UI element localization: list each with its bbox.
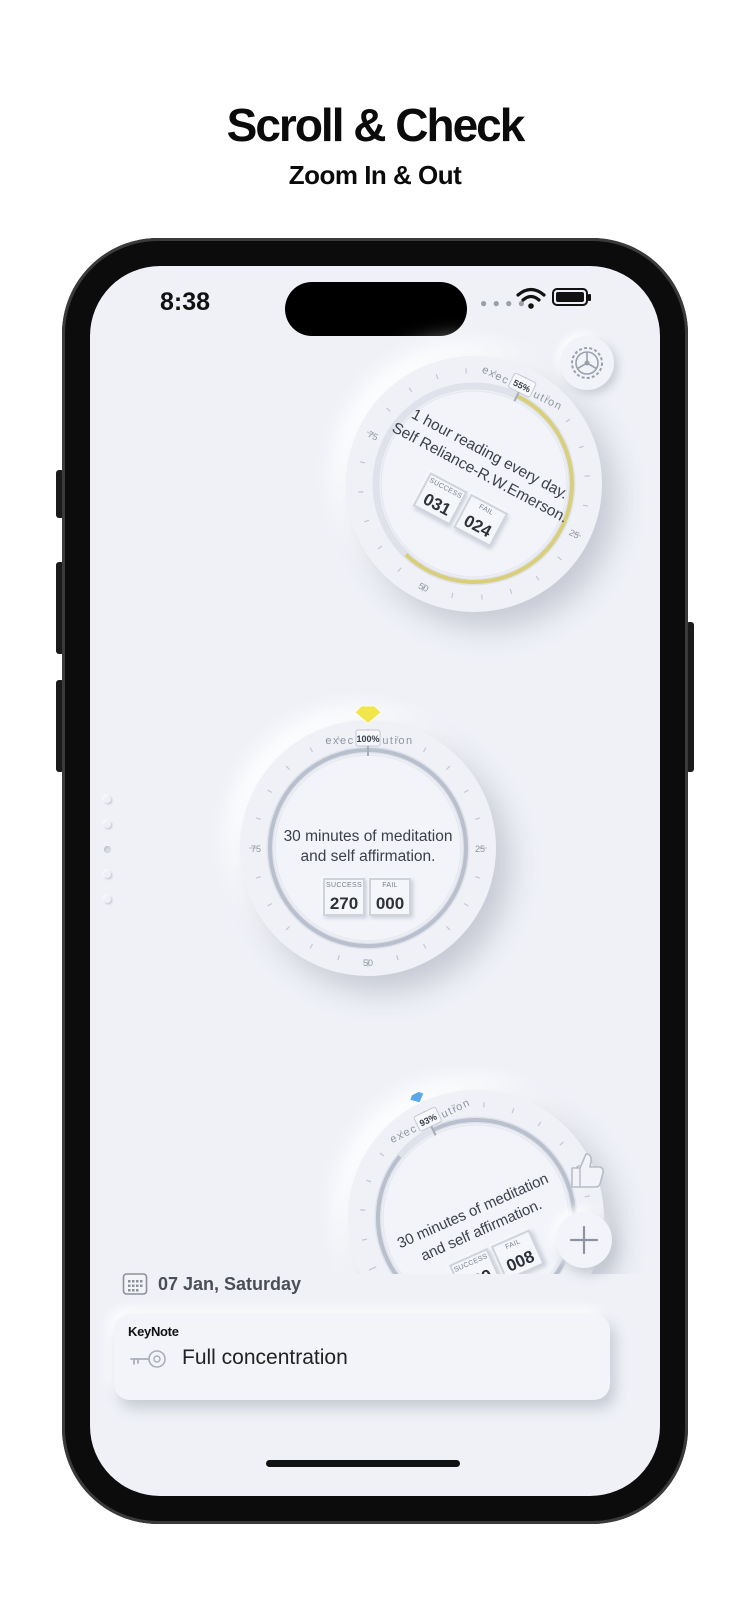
dial-tick xyxy=(255,817,261,820)
success-value: 270 xyxy=(329,894,359,913)
execution-label-prefix: exec xyxy=(325,735,354,747)
fail-count: FAIL 000 xyxy=(369,878,411,916)
dial-tick xyxy=(255,876,261,879)
dial-tick xyxy=(309,943,314,949)
dial-text-line2: and self affirmation. xyxy=(300,848,436,865)
success-fail-counter: SUCCESS 270 FAIL 000 xyxy=(323,878,411,916)
dial-tick xyxy=(463,902,469,907)
add-habit-button[interactable] xyxy=(556,1212,612,1268)
dial-tick xyxy=(267,902,273,907)
percent-value: 100% xyxy=(356,734,379,744)
habit-dial-meditation[interactable]: 75 25 50 exec ution 100% 30 minutes of medita… xyxy=(240,705,496,976)
gear-icon xyxy=(571,347,603,379)
success-label: SUCCESS xyxy=(326,882,362,889)
dial-tick xyxy=(285,926,290,931)
gem-icon xyxy=(354,705,382,725)
keynote-text: Full concentration xyxy=(182,1346,348,1369)
dial-tick xyxy=(422,943,427,949)
page-dot-2[interactable] xyxy=(104,821,111,828)
page-dot-1[interactable] xyxy=(104,796,111,803)
dial-tick xyxy=(463,789,469,794)
fail-count: FAIL 008 xyxy=(490,1229,545,1274)
dial-tick xyxy=(337,955,340,961)
wifi-icon xyxy=(516,287,546,309)
dial-tick xyxy=(475,817,481,820)
headline-subtitle: Zoom In & Out xyxy=(288,160,462,190)
keynote-label: KeyNote xyxy=(128,1324,179,1339)
date-row[interactable]: 07 Jan, Saturday xyxy=(122,1272,301,1296)
battery-icon xyxy=(552,288,591,306)
dial-scale-label: 75 xyxy=(251,844,261,854)
keynote-card[interactable]: KeyNote Full concentration xyxy=(114,1314,610,1400)
dial-tick xyxy=(285,765,290,770)
page-indicator[interactable] xyxy=(104,796,112,921)
dial-scale-label: 25 xyxy=(475,844,485,854)
plus-icon xyxy=(569,1225,599,1255)
status-time: 8:38 xyxy=(160,288,211,316)
dial-scale-label: 50 xyxy=(363,958,373,968)
fail-value: 008 xyxy=(503,1246,538,1274)
fail-value: 000 xyxy=(375,894,405,913)
success-count: SUCCESS 270 xyxy=(323,878,365,916)
page-dot-3[interactable] xyxy=(104,846,111,853)
dial-tick xyxy=(267,789,273,794)
settings-button[interactable] xyxy=(560,336,614,390)
headline-title: Scroll & Check xyxy=(226,99,526,151)
dial-tick xyxy=(446,926,451,931)
dial-tick xyxy=(475,876,481,879)
key-icon xyxy=(130,1350,166,1368)
phone-screen: 8:38 ● ● ● ● 75 25 50 exec ution 55% 1 hour r… xyxy=(90,266,660,1496)
dial-tick xyxy=(422,747,427,753)
dial-text-line1: 30 minutes of meditation xyxy=(283,828,453,845)
dial-tick xyxy=(446,765,451,770)
page-dot-4[interactable] xyxy=(104,871,111,878)
dial-tick xyxy=(396,955,399,961)
calendar-icon xyxy=(122,1273,148,1295)
execution-label-suffix: ution xyxy=(382,735,413,747)
dial-tick xyxy=(309,747,314,753)
date-label: 07 Jan, Saturday xyxy=(158,1273,302,1294)
page-dot-5[interactable] xyxy=(104,896,111,903)
habit-dial-reading[interactable]: 75 25 50 exec ution 55% 1 hour reading every … xyxy=(346,356,602,612)
home-indicator[interactable] xyxy=(266,1460,460,1467)
fail-label: FAIL xyxy=(382,882,398,889)
thumbs-up-icon xyxy=(571,1153,604,1188)
